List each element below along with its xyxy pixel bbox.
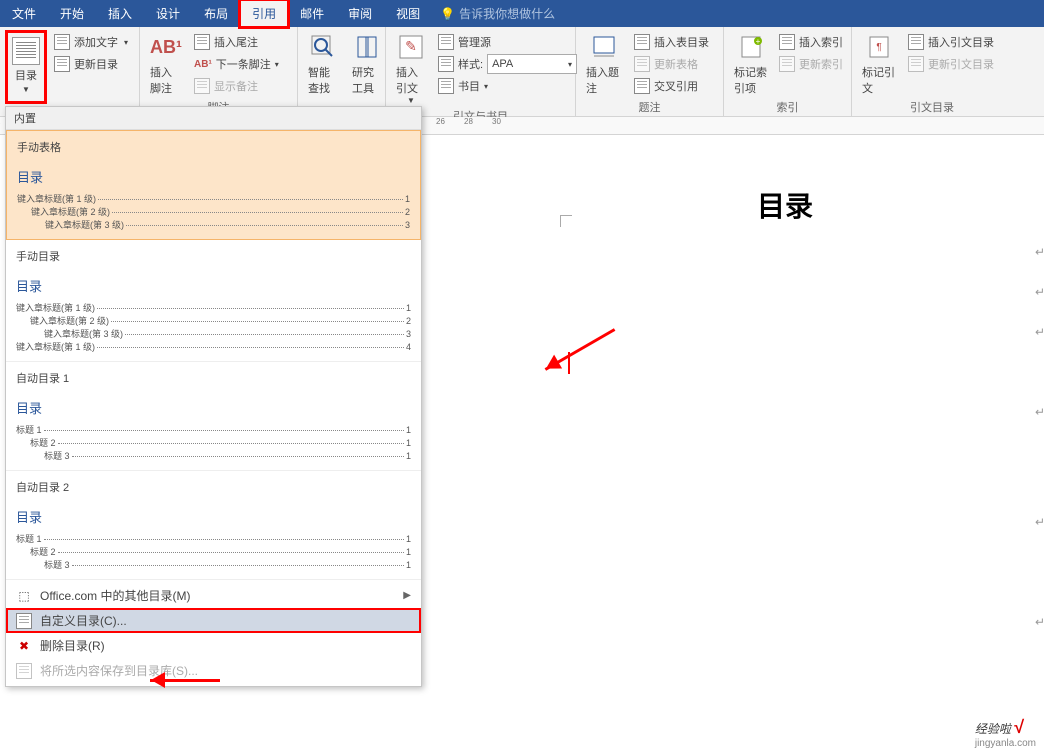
document-area[interactable]: 目录	[425, 135, 1044, 755]
research-icon	[352, 32, 382, 62]
dropdown-header: 内置	[6, 107, 421, 130]
ribbon-tabs: 文件 开始 插入 设计 布局 引用 邮件 审阅 视图 💡 告诉我你想做什么	[0, 0, 1044, 27]
biblio-icon	[438, 78, 454, 94]
show-notes-button[interactable]: 显示备注	[190, 75, 283, 97]
toc-option-auto2[interactable]: 自动目录 2 目录 标题 11 标题 21 标题 31	[6, 471, 421, 580]
tab-layout[interactable]: 布局	[192, 0, 240, 27]
style-icon	[438, 56, 454, 72]
insert-tof-button[interactable]: 插入表目录	[630, 31, 713, 53]
tab-home[interactable]: 开始	[48, 0, 96, 27]
paragraph	[525, 515, 1044, 615]
svg-text:+: +	[755, 37, 760, 46]
cross-ref-button[interactable]: 交叉引用	[630, 75, 713, 97]
mark-cite-icon: ¶	[864, 32, 894, 62]
remove-toc[interactable]: ✖ 删除目录(R)	[6, 633, 421, 658]
tab-review[interactable]: 审阅	[336, 0, 384, 27]
insert-toa-icon	[908, 34, 924, 50]
update-tof-icon	[634, 56, 650, 72]
update-icon	[54, 56, 70, 72]
mark-index-icon: +	[736, 32, 766, 62]
more-office-toc[interactable]: ⬚ Office.com 中的其他目录(M) ▶	[6, 583, 421, 608]
next-fn-icon: AB¹	[194, 59, 212, 70]
custom-toc-icon	[16, 613, 32, 629]
custom-toc[interactable]: 自定义目录(C)...	[6, 608, 421, 633]
add-text-icon	[54, 34, 70, 50]
bulb-icon: 💡	[440, 7, 455, 21]
tell-me[interactable]: 💡 告诉我你想做什么	[432, 0, 555, 27]
tab-references[interactable]: 引用	[240, 0, 288, 27]
update-index-icon	[779, 56, 795, 72]
tab-insert[interactable]: 插入	[96, 0, 144, 27]
footnote-icon: AB¹	[151, 32, 181, 62]
paragraph	[525, 405, 1044, 515]
tab-view[interactable]: 视图	[384, 0, 432, 27]
research-tools-button[interactable]: 研究工具	[346, 29, 388, 114]
crossref-icon	[634, 78, 650, 94]
chevron-right-icon: ▶	[403, 590, 411, 601]
insert-toa-button[interactable]: 插入引文目录	[904, 31, 998, 53]
save-sel-icon	[16, 663, 32, 679]
toc-option-manual-table[interactable]: 手动表格 目录 键入章标题(第 1 级)1 键入章标题(第 2 级)2 键入章标…	[6, 130, 421, 240]
add-text-button[interactable]: 添加文字▾	[50, 31, 132, 53]
insert-footnote-button[interactable]: AB¹ 插入脚注	[144, 29, 188, 99]
remove-icon: ✖	[16, 638, 32, 654]
toc-button[interactable]: 目录 ▼	[8, 33, 44, 101]
chevron-down-icon: ▼	[22, 85, 30, 94]
insert-index-button[interactable]: 插入索引	[775, 31, 847, 53]
ribbon: 目录 ▼ 添加文字▾ 更新目录 AB¹ 插入脚注 插入尾注 AB¹下一条脚注▾ …	[0, 27, 1044, 117]
toc-option-manual[interactable]: 手动目录 目录 键入章标题(第 1 级)1 键入章标题(第 2 级)2 键入章标…	[6, 240, 421, 362]
next-footnote-button[interactable]: AB¹下一条脚注▾	[190, 53, 283, 75]
manage-sources-button[interactable]: 管理源	[434, 31, 581, 53]
mark-index-button[interactable]: +标记索引项	[728, 29, 773, 99]
mark-citation-button[interactable]: ¶标记引文	[856, 29, 902, 99]
paragraph	[525, 245, 1044, 285]
citation-icon: ✎	[396, 32, 426, 62]
insert-caption-button[interactable]: 插入题注	[580, 29, 628, 99]
insert-endnote-button[interactable]: 插入尾注	[190, 31, 283, 53]
page-corner	[560, 215, 572, 227]
bibliography-button[interactable]: 书目▾	[434, 75, 581, 97]
svg-text:✎: ✎	[405, 38, 417, 54]
insert-index-icon	[779, 34, 795, 50]
paragraph	[525, 615, 1044, 715]
update-toc-button[interactable]: 更新目录	[50, 53, 132, 75]
page: 目录	[485, 155, 1044, 745]
toc-icon	[12, 37, 40, 65]
watermark: 经验啦 √ jingyanla.com	[975, 717, 1036, 749]
page-title: 目录	[525, 185, 1044, 225]
show-notes-icon	[194, 78, 210, 94]
tab-mailings[interactable]: 邮件	[288, 0, 336, 27]
toc-option-auto1[interactable]: 自动目录 1 目录 标题 11 标题 21 标题 31	[6, 362, 421, 471]
update-toa-button[interactable]: 更新引文目录	[904, 53, 998, 75]
caption-icon	[589, 32, 619, 62]
smart-lookup-icon	[308, 32, 338, 62]
tab-file[interactable]: 文件	[0, 0, 48, 27]
update-index-button[interactable]: 更新索引	[775, 53, 847, 75]
smart-lookup-button[interactable]: 智能查找	[302, 29, 344, 114]
toc-dropdown: 内置 手动表格 目录 键入章标题(第 1 级)1 键入章标题(第 2 级)2 键…	[5, 106, 422, 687]
update-toa-icon	[908, 56, 924, 72]
tab-design[interactable]: 设计	[144, 0, 192, 27]
paragraph	[525, 285, 1044, 325]
update-tof-button[interactable]: 更新表格	[630, 53, 713, 75]
style-select[interactable]: 样式:APA▾	[434, 53, 581, 75]
endnote-icon	[194, 34, 210, 50]
annotation-arrow	[150, 679, 220, 682]
tof-icon	[634, 34, 650, 50]
office-icon: ⬚	[16, 588, 32, 604]
manage-icon	[438, 34, 454, 50]
insert-citation-button[interactable]: ✎插入引文▼	[390, 29, 432, 108]
svg-text:¶: ¶	[876, 42, 881, 53]
